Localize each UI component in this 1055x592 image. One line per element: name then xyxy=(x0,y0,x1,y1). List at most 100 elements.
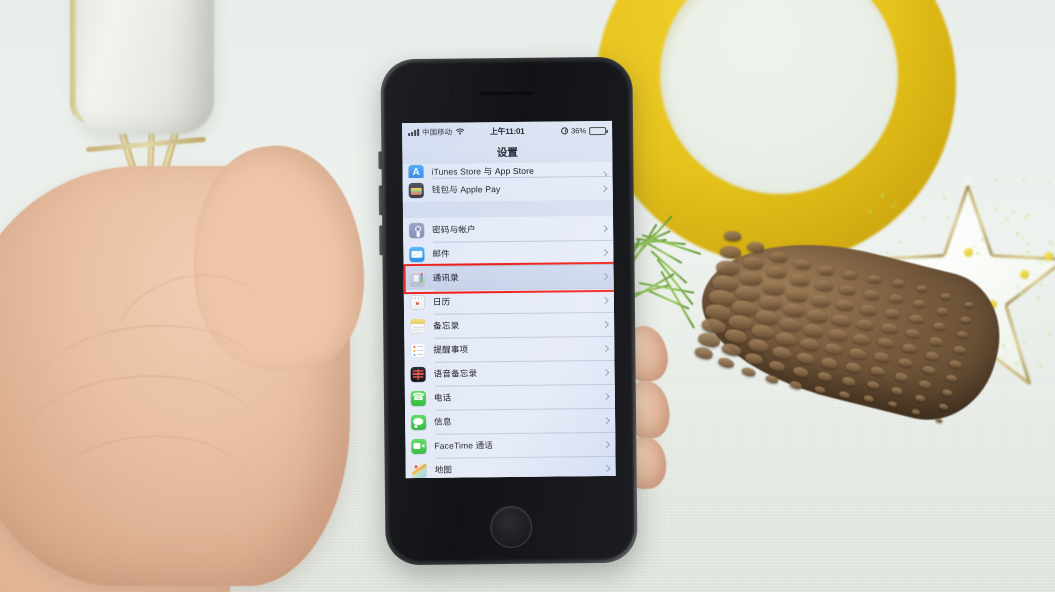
settings-row-messages[interactable]: 信息 xyxy=(405,408,615,434)
chevron-right-icon xyxy=(601,225,607,231)
chevron-right-icon xyxy=(603,465,609,471)
maps-icon xyxy=(412,462,427,477)
chevron-right-icon xyxy=(601,249,607,255)
pine-cone-scale xyxy=(717,356,735,369)
star-glitter xyxy=(1022,179,1025,182)
settings-row-facetime[interactable]: FaceTime 通话 xyxy=(405,432,615,458)
pine-cone-scale xyxy=(694,345,715,360)
volume-up-button[interactable] xyxy=(379,185,383,215)
settings-row-label: 密码与帐户 xyxy=(432,223,476,235)
phone-screen: 中国移动 上午11:01 36% 设置 iTunes Store 与 App S… xyxy=(402,121,616,478)
voice-memos-icon xyxy=(411,366,426,381)
star-bead xyxy=(1020,270,1029,279)
pine-cone-scale xyxy=(724,230,741,241)
star-glitter xyxy=(1015,362,1018,365)
pine-cone-scale xyxy=(747,241,765,252)
mute-switch[interactable] xyxy=(378,151,382,169)
settings-group: 密码与帐户邮件通讯录日历备忘录提醒事项语音备忘录电话信息FaceTime 通话地… xyxy=(403,216,616,478)
settings-row-label: 通讯录 xyxy=(433,272,459,284)
settings-row-label: 地图 xyxy=(435,464,453,476)
page-title: 设置 xyxy=(402,140,612,164)
star-glitter xyxy=(1022,332,1025,335)
star-glitter xyxy=(995,208,998,211)
settings-list[interactable]: iTunes Store 与 App Store 钱包与 Apple Pay 密码与… xyxy=(402,162,615,478)
star-glitter xyxy=(1050,243,1053,246)
star-glitter xyxy=(943,196,946,199)
star-glitter xyxy=(1020,292,1023,295)
reminders-icon xyxy=(410,342,425,357)
contacts-icon xyxy=(410,270,425,285)
star-glitter xyxy=(1049,240,1052,243)
star-glitter xyxy=(1022,237,1025,240)
star-glitter xyxy=(1017,285,1020,288)
star-glitter xyxy=(1024,217,1027,220)
settings-row-phone[interactable]: 电话 xyxy=(405,384,615,410)
pine-cone-scale xyxy=(741,366,757,378)
phone-icon xyxy=(411,390,426,405)
star-glitter xyxy=(1039,261,1042,264)
star-glitter xyxy=(869,210,872,213)
volume-down-button[interactable] xyxy=(379,225,383,255)
settings-row-label: 日历 xyxy=(433,296,451,308)
settings-row-label: 语音备忘录 xyxy=(434,367,478,379)
star-glitter xyxy=(1045,326,1048,329)
iphone-device: 中国移动 上午11:01 36% 设置 iTunes Store 与 App S… xyxy=(380,57,637,566)
star-twig xyxy=(967,185,993,256)
settings-row-maps[interactable]: 地图 xyxy=(406,456,616,478)
settings-row-passwords[interactable]: 密码与帐户 xyxy=(403,216,613,242)
star-glitter xyxy=(894,202,897,205)
chevron-right-icon xyxy=(602,393,608,399)
passwords-icon xyxy=(409,222,424,237)
settings-row-label: iTunes Store 与 App Store xyxy=(431,165,534,178)
earpiece-speaker xyxy=(480,90,534,96)
settings-row-label: 备忘录 xyxy=(433,320,459,332)
pine-cone-scale xyxy=(868,275,881,283)
settings-row-calendar[interactable]: 日历 xyxy=(404,288,614,314)
star-glitter xyxy=(1027,243,1030,246)
ceramic-planter xyxy=(76,0,214,134)
settings-row-label: 电话 xyxy=(434,392,452,404)
chevron-right-icon xyxy=(602,321,608,327)
wallet-icon xyxy=(409,182,424,197)
star-glitter xyxy=(1023,342,1026,345)
pine-cone-scale xyxy=(720,245,742,259)
star-glitter xyxy=(1027,214,1030,217)
chevron-right-icon xyxy=(601,297,607,303)
notes-icon xyxy=(410,318,425,333)
battery-percent-label: 36% xyxy=(571,126,586,135)
settings-row-wallet[interactable]: 钱包与 Apple Pay xyxy=(403,176,613,202)
screenshot-scene: 中国移动 上午11:01 36% 设置 iTunes Store 与 App S… xyxy=(0,0,1055,592)
pine-cone-scale xyxy=(941,292,951,298)
star-glitter xyxy=(922,216,925,219)
settings-row-label: 钱包与 Apple Pay xyxy=(432,183,501,196)
settings-row-reminders[interactable]: 提醒事项 xyxy=(404,336,614,362)
star-glitter xyxy=(1027,251,1030,254)
star-glitter xyxy=(1037,297,1040,300)
star-glitter xyxy=(976,252,979,255)
chevron-right-icon xyxy=(602,369,608,375)
star-glitter xyxy=(1040,283,1043,286)
star-glitter xyxy=(973,245,976,248)
settings-row-mail[interactable]: 邮件 xyxy=(403,240,613,266)
mail-icon xyxy=(409,246,424,261)
star-glitter xyxy=(1039,365,1042,368)
chevron-right-icon xyxy=(603,417,609,423)
battery-icon xyxy=(589,126,606,134)
calendar-icon xyxy=(410,294,425,309)
star-twig xyxy=(1005,258,1055,306)
star-glitter xyxy=(1047,181,1050,184)
appstore-icon xyxy=(408,165,423,178)
home-button[interactable] xyxy=(490,506,532,548)
front-camera xyxy=(449,90,455,96)
settings-row-contacts[interactable]: 通讯录 xyxy=(404,264,614,290)
chevron-right-icon xyxy=(602,345,608,351)
chevron-right-icon xyxy=(600,185,606,191)
star-glitter xyxy=(981,238,984,241)
chevron-right-icon xyxy=(603,441,609,447)
star-glitter xyxy=(881,194,884,197)
settings-row-notes[interactable]: 备忘录 xyxy=(404,312,614,338)
settings-row-voice-memos[interactable]: 语音备忘录 xyxy=(405,360,615,386)
star-glitter xyxy=(1016,232,1019,235)
pine-cone-scale xyxy=(964,302,973,308)
star-bead xyxy=(964,248,973,257)
